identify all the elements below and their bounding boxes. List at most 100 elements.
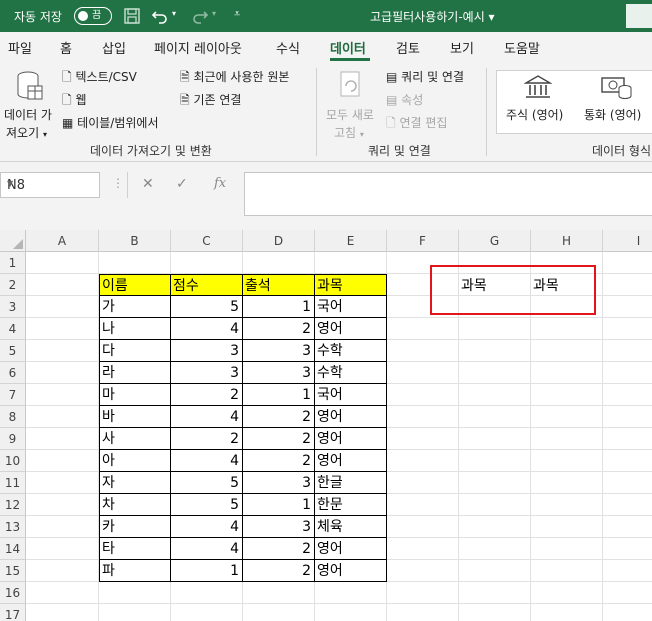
redo-dropdown-icon[interactable]: ▾: [212, 9, 232, 29]
table-cell[interactable]: 라: [99, 362, 171, 384]
table-cell[interactable]: 3: [243, 340, 315, 362]
worksheet-grid[interactable]: A B C D E F G H I 1 2 3 4 5 6 7 8 9 10 11 12 13 14 15 1…: [0, 230, 652, 621]
table-header-cell[interactable]: 과목: [315, 274, 387, 296]
enter-icon[interactable]: ✓: [176, 176, 188, 192]
table-cell[interactable]: 카: [99, 516, 171, 538]
table-cell[interactable]: 한문: [315, 494, 387, 516]
column-header-i[interactable]: I: [603, 230, 652, 252]
get-data-button[interactable]: 데이터 가 져오기 ▾: [2, 68, 58, 140]
table-cell[interactable]: 1: [171, 560, 243, 582]
formula-input[interactable]: [244, 172, 652, 216]
table-cell[interactable]: 4: [171, 406, 243, 428]
customize-toolbar-icon[interactable]: ⩡: [234, 7, 254, 27]
table-cell[interactable]: 5: [171, 472, 243, 494]
table-cell[interactable]: 자: [99, 472, 171, 494]
table-cell[interactable]: 5: [171, 494, 243, 516]
table-cell[interactable]: 4: [171, 450, 243, 472]
select-all-button[interactable]: [0, 230, 26, 252]
table-cell[interactable]: 3: [243, 362, 315, 384]
table-cell[interactable]: 2: [243, 560, 315, 582]
row-header[interactable]: 14: [0, 538, 26, 560]
table-cell[interactable]: 영어: [315, 560, 387, 582]
row-header[interactable]: 3: [0, 296, 26, 318]
currencies-button[interactable]: 통화 (영어): [578, 72, 652, 132]
formula-bar-grip[interactable]: ⋮: [112, 176, 124, 190]
row-header[interactable]: 4: [0, 318, 26, 340]
tab-formulas[interactable]: 수식: [276, 38, 300, 57]
insert-function-icon[interactable]: fx: [214, 176, 226, 191]
column-header-c[interactable]: C: [171, 230, 243, 252]
table-cell[interactable]: 2: [171, 384, 243, 406]
table-cell[interactable]: 한글: [315, 472, 387, 494]
cancel-icon[interactable]: ✕: [142, 176, 154, 192]
table-cell[interactable]: 2: [243, 318, 315, 340]
table-cell[interactable]: 다: [99, 340, 171, 362]
table-cell[interactable]: 1: [243, 494, 315, 516]
table-cell[interactable]: 4: [171, 538, 243, 560]
table-cell[interactable]: 2: [171, 428, 243, 450]
tab-data[interactable]: 데이터: [330, 38, 366, 57]
table-cell[interactable]: 체육: [315, 516, 387, 538]
column-header-e[interactable]: E: [315, 230, 387, 252]
tab-home[interactable]: 홈: [60, 38, 72, 57]
table-cell[interactable]: 사: [99, 428, 171, 450]
row-header[interactable]: 15: [0, 560, 26, 582]
table-cell[interactable]: 3: [171, 362, 243, 384]
row-header[interactable]: 5: [0, 340, 26, 362]
table-header-cell[interactable]: 출석: [243, 274, 315, 296]
table-cell[interactable]: 1: [243, 296, 315, 318]
row-header[interactable]: 2: [0, 274, 26, 296]
existing-connections-button[interactable]: 🗎 기존 연결: [180, 91, 241, 112]
window-button[interactable]: [626, 4, 652, 28]
row-header[interactable]: 13: [0, 516, 26, 538]
column-header-h[interactable]: H: [531, 230, 603, 252]
row-header[interactable]: 11: [0, 472, 26, 494]
row-header[interactable]: 6: [0, 362, 26, 384]
table-cell[interactable]: 가: [99, 296, 171, 318]
table-cell[interactable]: 1: [243, 384, 315, 406]
table-cell[interactable]: 영어: [315, 406, 387, 428]
column-header-f[interactable]: F: [387, 230, 459, 252]
save-icon[interactable]: [122, 6, 142, 26]
table-cell[interactable]: 국어: [315, 296, 387, 318]
table-cell[interactable]: 파: [99, 560, 171, 582]
properties-button[interactable]: ▤ 속성: [386, 91, 423, 108]
row-header[interactable]: 10: [0, 450, 26, 472]
autosave-toggle[interactable]: 끔: [74, 7, 112, 25]
tab-view[interactable]: 보기: [450, 38, 474, 57]
table-cell[interactable]: 수학: [315, 362, 387, 384]
column-header-a[interactable]: A: [26, 230, 99, 252]
name-box-dropdown-icon[interactable]: ▼: [7, 179, 93, 188]
table-cell[interactable]: 5: [171, 296, 243, 318]
row-header[interactable]: 16: [0, 582, 26, 604]
table-cell[interactable]: 나: [99, 318, 171, 340]
recent-sources-button[interactable]: 🗎 최근에 사용한 원본: [180, 68, 289, 89]
tab-page-layout[interactable]: 페이지 레이아웃: [154, 38, 242, 57]
table-cell[interactable]: 영어: [315, 538, 387, 560]
table-cell[interactable]: 타: [99, 538, 171, 560]
column-header-d[interactable]: D: [243, 230, 315, 252]
table-cell[interactable]: 영어: [315, 428, 387, 450]
table-cell[interactable]: 영어: [315, 318, 387, 340]
row-header[interactable]: 8: [0, 406, 26, 428]
row-header[interactable]: 17: [0, 604, 26, 621]
table-cell[interactable]: 4: [171, 516, 243, 538]
table-header-cell[interactable]: 이름: [99, 274, 171, 296]
undo-dropdown-icon[interactable]: ▾: [172, 9, 192, 29]
table-cell[interactable]: 국어: [315, 384, 387, 406]
table-cell[interactable]: 수학: [315, 340, 387, 362]
text-csv-button[interactable]: 🗋 텍스트/CSV: [62, 68, 137, 89]
table-cell[interactable]: 바: [99, 406, 171, 428]
table-cell[interactable]: 차: [99, 494, 171, 516]
row-header[interactable]: 9: [0, 428, 26, 450]
undo-icon[interactable]: [150, 6, 170, 26]
table-cell[interactable]: 4: [171, 318, 243, 340]
table-header-cell[interactable]: 점수: [171, 274, 243, 296]
queries-connections-button[interactable]: ▤ 쿼리 및 연결: [386, 68, 464, 85]
table-cell[interactable]: 2: [243, 428, 315, 450]
table-cell[interactable]: 2: [243, 450, 315, 472]
table-range-button[interactable]: ▦ 테이블/범위에서: [62, 114, 159, 131]
column-header-b[interactable]: B: [99, 230, 171, 252]
web-button[interactable]: 🗋 웹: [62, 91, 87, 112]
row-header[interactable]: 7: [0, 384, 26, 406]
